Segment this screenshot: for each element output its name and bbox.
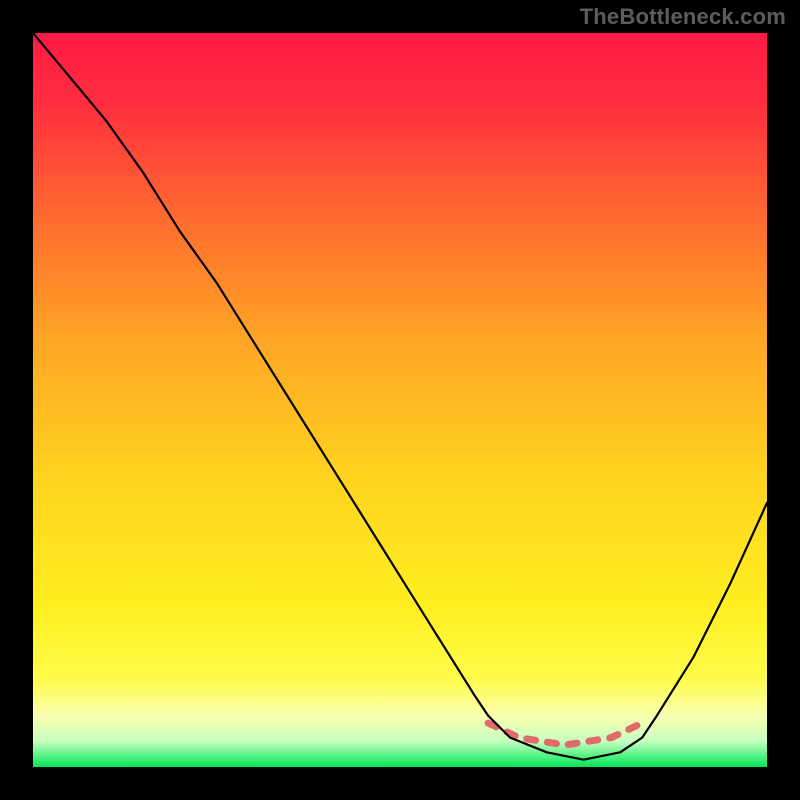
- chart-frame: TheBottleneck.com: [0, 0, 800, 800]
- chart-svg: [33, 33, 767, 767]
- plot-area: [33, 33, 767, 767]
- gradient-background: [33, 33, 767, 767]
- watermark-text: TheBottleneck.com: [580, 4, 786, 30]
